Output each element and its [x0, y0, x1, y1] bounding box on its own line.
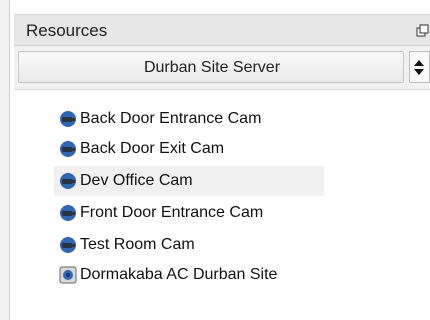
- camera-icon: [60, 205, 76, 221]
- tree-item-label: Test Room Cam: [80, 236, 195, 253]
- left-border: [0, 0, 10, 320]
- server-selector-label: Durban Site Server: [143, 59, 281, 76]
- tree-item-label: Dormakaba AC Durban Site: [80, 266, 278, 283]
- tree-item-back-door-entrance-cam[interactable]: Back Door Entrance Cam: [54, 104, 354, 134]
- camera-icon: [60, 141, 76, 157]
- server-selector-arrow[interactable]: [409, 51, 430, 83]
- tree-item-front-door-entrance-cam[interactable]: Front Door Entrance Cam: [54, 198, 354, 228]
- resources-panel: Resources Durban Site Server Back Door E…: [14, 14, 430, 320]
- expand-arrow-icon: [414, 60, 424, 75]
- float-window-icon[interactable]: [416, 24, 430, 38]
- tree-item-test-room-cam[interactable]: Test Room Cam: [54, 230, 354, 260]
- tree-item-label: Dev Office Cam: [80, 172, 193, 189]
- tree-item-back-door-exit-cam[interactable]: Back Door Exit Cam: [54, 134, 354, 164]
- tree-item-dormakaba-ac-durban-site[interactable]: Dormakaba AC Durban Site: [54, 260, 354, 290]
- server-selector-button[interactable]: Durban Site Server: [18, 51, 404, 83]
- camera-icon: [60, 173, 76, 189]
- resources-panel-title: Resources: [26, 21, 108, 40]
- tree-item-label: Back Door Exit Cam: [80, 140, 225, 157]
- access-control-icon: [59, 266, 77, 284]
- resources-tree: Back Door Entrance Cam Back Door Exit Ca…: [14, 94, 430, 320]
- tree-item-dev-office-cam[interactable]: Dev Office Cam: [54, 166, 324, 196]
- resources-panel-header: Resources: [14, 14, 430, 46]
- tree-item-label: Front Door Entrance Cam: [80, 204, 264, 221]
- tree-item-label: Back Door Entrance Cam: [80, 110, 262, 127]
- server-selector-row: Durban Site Server: [14, 46, 430, 90]
- camera-icon: [60, 237, 76, 253]
- camera-icon: [60, 111, 76, 127]
